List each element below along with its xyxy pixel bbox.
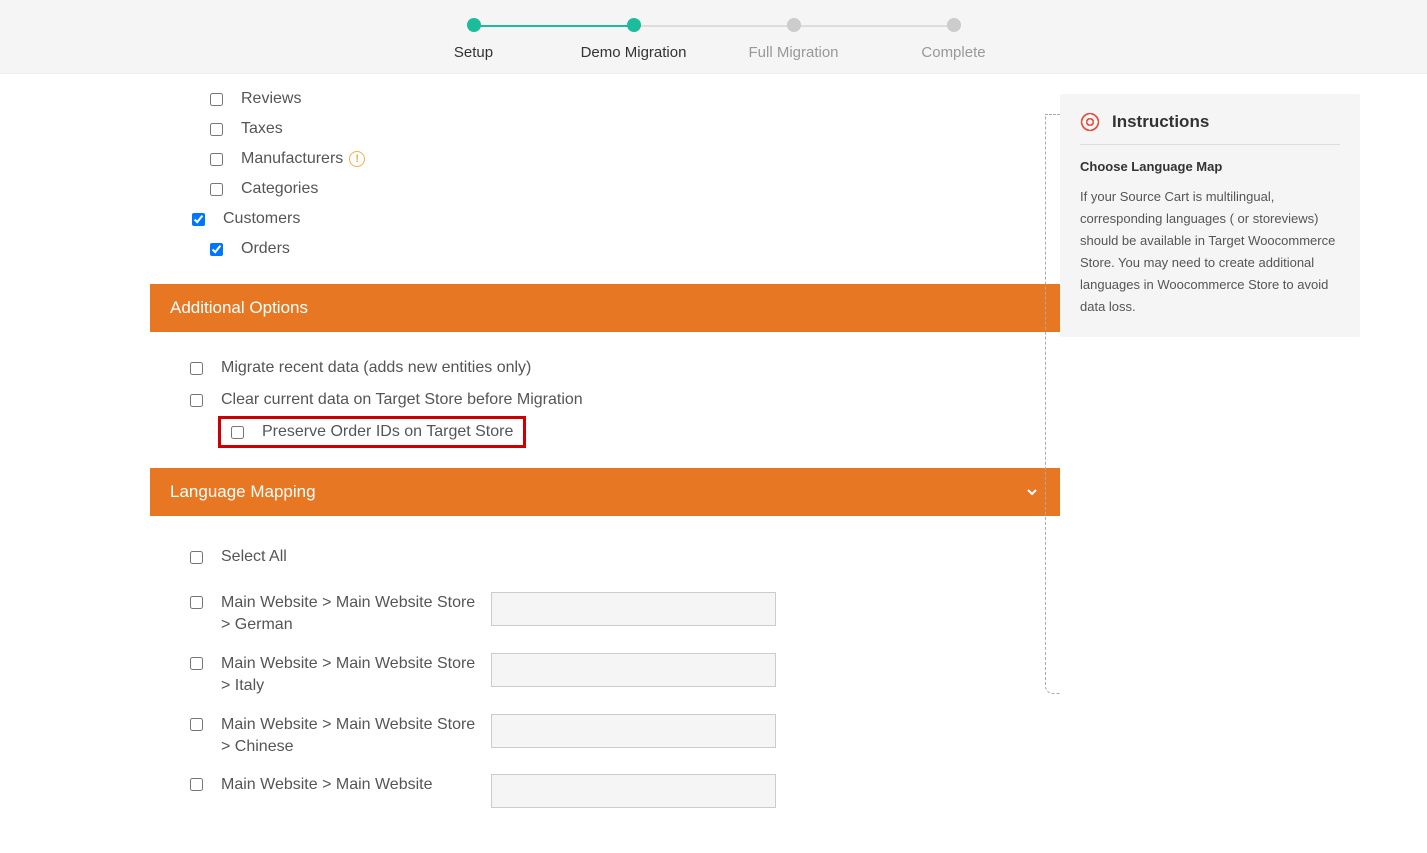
step-dot-icon: [467, 18, 481, 32]
entity-checkbox-reviews[interactable]: [210, 93, 223, 106]
option-label: Migrate recent data (adds new entities o…: [221, 359, 531, 377]
option-checkbox-preserve-order-ids[interactable]: [231, 426, 244, 439]
entities-list: Reviews Taxes Manufacturers ! Categories…: [150, 84, 1060, 264]
option-row-clear-data: Clear current data on Target Store befor…: [190, 384, 1060, 416]
step-line-icon: [634, 25, 794, 27]
additional-options-list: Migrate recent data (adds new entities o…: [150, 352, 1060, 448]
connector-line-icon: [1045, 114, 1060, 694]
sidebar: Instructions Choose Language Map If your…: [1060, 74, 1400, 816]
language-checkbox[interactable]: [190, 718, 203, 731]
entity-row-categories: Categories: [150, 174, 1060, 204]
language-mapping-select-all-row: Select All: [150, 536, 1060, 584]
language-source-label: Main Website > Main Website Store > Ital…: [221, 653, 481, 698]
entity-checkbox-orders[interactable]: [210, 243, 223, 256]
step-line-icon: [474, 25, 634, 27]
info-icon[interactable]: !: [349, 151, 365, 167]
step-dot-icon: [787, 18, 801, 32]
language-source-label: Main Website > Main Website Store > Germ…: [221, 592, 481, 637]
entity-row-reviews: Reviews: [150, 84, 1060, 114]
entity-checkbox-taxes[interactable]: [210, 123, 223, 136]
language-source-label: Main Website > Main Website: [221, 774, 481, 796]
step-setup[interactable]: Setup: [394, 18, 554, 61]
option-label: Preserve Order IDs on Target Store: [262, 423, 513, 441]
chevron-down-icon: [1024, 484, 1040, 500]
entity-row-orders: Orders: [150, 234, 1060, 264]
entity-label: Reviews: [241, 90, 301, 108]
life-ring-icon: [1080, 112, 1100, 132]
step-label: Setup: [454, 44, 493, 61]
step-label: Complete: [921, 44, 985, 61]
language-row-partial: Main Website > Main Website: [150, 766, 1060, 816]
select-all-label: Select All: [221, 548, 287, 566]
instructions-subtitle: Choose Language Map: [1080, 159, 1340, 174]
section-header-additional-options[interactable]: Additional Options: [150, 284, 1060, 332]
section-title: Language Mapping: [170, 482, 316, 502]
entity-checkbox-manufacturers[interactable]: [210, 153, 223, 166]
entity-row-taxes: Taxes: [150, 114, 1060, 144]
language-row-italy: Main Website > Main Website Store > Ital…: [150, 645, 1060, 706]
section-header-language-mapping[interactable]: Language Mapping: [150, 468, 1060, 516]
select-all-checkbox[interactable]: [190, 551, 203, 564]
step-dot-icon: [947, 18, 961, 32]
language-row-german: Main Website > Main Website Store > Germ…: [150, 584, 1060, 645]
language-target-input[interactable]: [491, 774, 776, 808]
entity-label: Taxes: [241, 120, 283, 138]
language-checkbox[interactable]: [190, 596, 203, 609]
language-source-label: Main Website > Main Website Store > Chin…: [221, 714, 481, 759]
entity-label: Orders: [241, 240, 290, 258]
instructions-body: If your Source Cart is multilingual, cor…: [1080, 186, 1340, 319]
language-row-chinese: Main Website > Main Website Store > Chin…: [150, 706, 1060, 767]
entity-checkbox-categories[interactable]: [210, 183, 223, 196]
step-label: Full Migration: [748, 44, 838, 61]
option-checkbox-migrate-recent[interactable]: [190, 362, 203, 375]
step-line-icon: [794, 25, 954, 27]
migration-stepper: Setup Demo Migration Full Migration Comp…: [364, 18, 1064, 61]
main-content: Reviews Taxes Manufacturers ! Categories…: [0, 74, 1060, 816]
instructions-panel: Instructions Choose Language Map If your…: [1060, 94, 1360, 337]
entity-label: Manufacturers: [241, 150, 343, 168]
language-target-input[interactable]: [491, 653, 776, 687]
entity-checkbox-customers[interactable]: [192, 213, 205, 226]
option-checkbox-clear-data[interactable]: [190, 394, 203, 407]
option-row-preserve-order-ids: Preserve Order IDs on Target Store: [218, 416, 526, 448]
option-row-migrate-recent: Migrate recent data (adds new entities o…: [190, 352, 1060, 384]
entity-label: Customers: [223, 210, 300, 228]
step-dot-icon: [627, 18, 641, 32]
language-target-input[interactable]: [491, 714, 776, 748]
entity-label: Categories: [241, 180, 318, 198]
section-title: Additional Options: [170, 298, 308, 318]
entity-row-customers: Customers: [150, 204, 1060, 234]
language-checkbox[interactable]: [190, 778, 203, 791]
instructions-title: Instructions: [1112, 112, 1209, 132]
instructions-header: Instructions: [1080, 112, 1340, 145]
entity-row-manufacturers: Manufacturers !: [150, 144, 1060, 174]
language-checkbox[interactable]: [190, 657, 203, 670]
option-label: Clear current data on Target Store befor…: [221, 391, 583, 409]
stepper-bar: Setup Demo Migration Full Migration Comp…: [0, 0, 1427, 74]
language-target-input[interactable]: [491, 592, 776, 626]
step-label: Demo Migration: [581, 44, 687, 61]
